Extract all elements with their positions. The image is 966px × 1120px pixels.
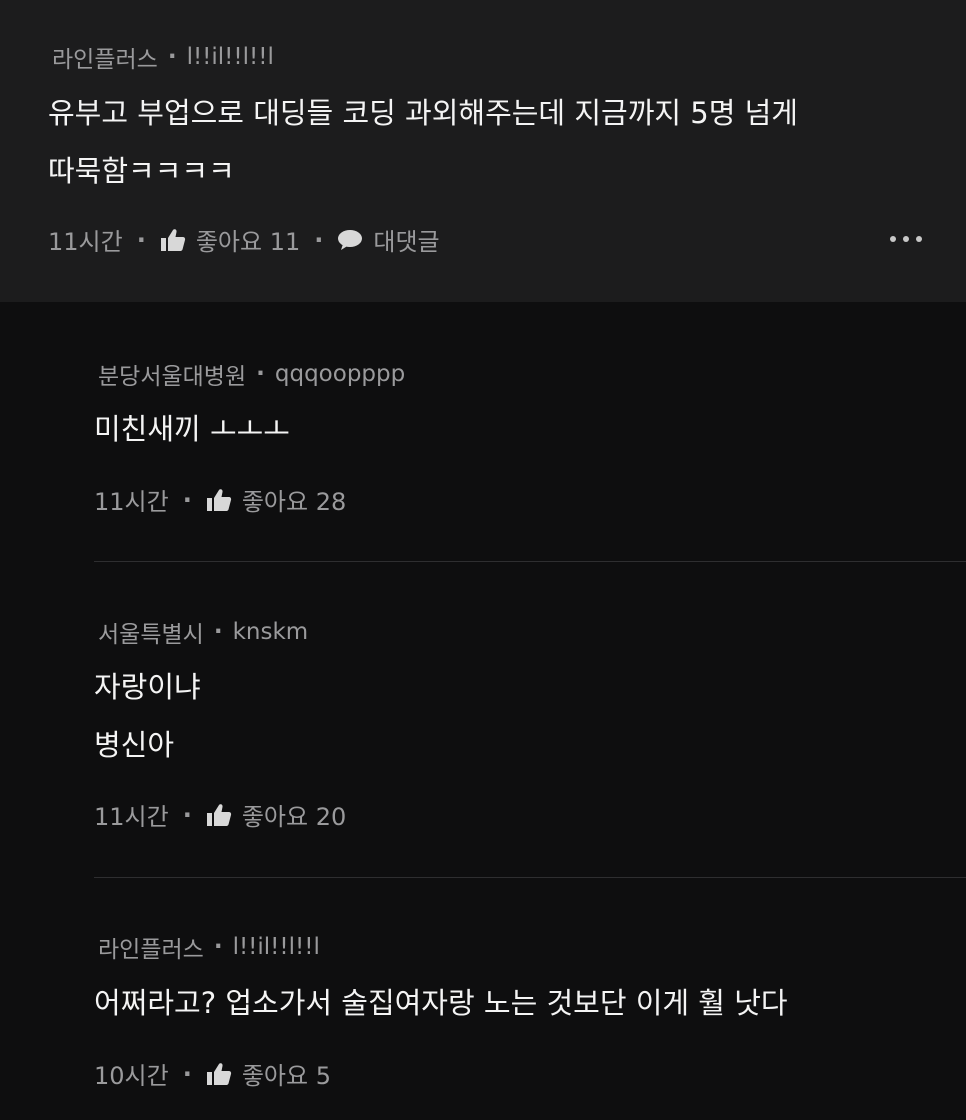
comment-footer: 10시간 · 좋아요 5	[94, 1056, 331, 1091]
author-name[interactable]: 분당서울대병원	[98, 357, 246, 391]
like-button[interactable]: 좋아요 5	[206, 1056, 331, 1091]
thumbs-up-icon	[206, 488, 231, 511]
comment-text-line: 따묵함ㅋㅋㅋㅋ	[48, 154, 235, 188]
replies-section: 분당서울대병원 · qqqoopppp 미친새끼 ㅗㅗㅗ 11시간 · 좋아요 …	[0, 302, 966, 1120]
author-name[interactable]: 라인플러스	[98, 930, 204, 964]
username[interactable]: l!!il!!l!!l	[187, 44, 274, 70]
reply-divider	[94, 877, 966, 878]
comment-text-line: 자랑이냐	[94, 670, 201, 704]
comment-meta: 서울특별시 · knskm	[98, 615, 308, 649]
comment-text: 자랑이냐 병신아	[94, 658, 201, 774]
like-button[interactable]: 좋아요 28	[206, 482, 346, 517]
comment-meta: 분당서울대병원 · qqqoopppp	[98, 357, 405, 391]
like-count: 좋아요 28	[241, 488, 347, 516]
comment-text: 유부고 부업으로 대딩들 코딩 과외해주는데 지금까지 5명 넘게 따묵함ㅋㅋㅋ…	[48, 84, 798, 200]
comment-meta: 라인플러스 · l!!il!!l!!l	[98, 930, 320, 964]
meta-separator: ·	[167, 44, 177, 70]
more-dot	[890, 236, 896, 242]
more-options-button[interactable]	[890, 236, 922, 242]
username[interactable]: l!!il!!l!!l	[233, 934, 320, 960]
like-count: 좋아요 5	[241, 1062, 331, 1090]
thumbs-up-icon	[206, 1062, 231, 1085]
comment-text-line: 유부고 부업으로 대딩들 코딩 과외해주는데 지금까지 5명 넘게	[48, 96, 798, 130]
comment-text: 미친새끼 ㅗㅗㅗ	[94, 400, 290, 458]
like-button[interactable]: 좋아요 11	[160, 222, 300, 257]
speech-bubble-icon	[338, 229, 363, 250]
comment-meta: 라인플러스 · l!!il!!l!!l	[52, 40, 274, 74]
author-name[interactable]: 서울특별시	[98, 615, 204, 649]
comment-text-line: 어쩌라고? 업소가서 술집여자랑 노는 것보단 이게 훨 낫다	[94, 986, 788, 1020]
footer-separator: ·	[182, 1059, 192, 1088]
timestamp: 11시간	[94, 488, 169, 516]
meta-separator: ·	[256, 361, 265, 387]
thumbs-up-icon	[206, 803, 231, 826]
reply-button[interactable]: 대댓글	[337, 222, 440, 257]
like-button[interactable]: 좋아요 20	[206, 797, 346, 832]
timestamp: 11시간	[94, 803, 169, 831]
like-count: 좋아요 11	[195, 228, 301, 256]
footer-separator: ·	[182, 485, 192, 514]
username[interactable]: knskm	[233, 619, 309, 645]
comment-footer: 11시간 · 좋아요 20	[94, 797, 346, 832]
thumbs-up-icon	[160, 228, 185, 251]
more-dot	[916, 236, 922, 242]
reply-label: 대댓글	[373, 228, 440, 256]
more-dot	[903, 236, 909, 242]
timestamp: 10시간	[94, 1062, 169, 1090]
username[interactable]: qqqoopppp	[275, 361, 405, 387]
footer-separator: ·	[314, 225, 324, 254]
comment-text-line: 병신아	[94, 728, 175, 762]
comment-footer: 11시간 · 좋아요 11 · 대댓글	[48, 222, 440, 257]
meta-separator: ·	[213, 619, 223, 645]
timestamp: 11시간	[48, 228, 123, 256]
comment-text: 어쩌라고? 업소가서 술집여자랑 노는 것보단 이게 훨 낫다	[94, 974, 788, 1032]
comment-text-line: 미친새끼 ㅗㅗㅗ	[94, 412, 290, 446]
author-name[interactable]: 라인플러스	[52, 40, 158, 74]
parent-comment: 라인플러스 · l!!il!!l!!l 유부고 부업으로 대딩들 코딩 과외해주…	[0, 0, 966, 302]
meta-separator: ·	[213, 934, 223, 960]
reply-divider	[94, 561, 966, 562]
footer-separator: ·	[182, 800, 192, 829]
like-count: 좋아요 20	[241, 803, 347, 831]
footer-separator: ·	[136, 225, 146, 254]
comment-footer: 11시간 · 좋아요 28	[94, 482, 346, 517]
